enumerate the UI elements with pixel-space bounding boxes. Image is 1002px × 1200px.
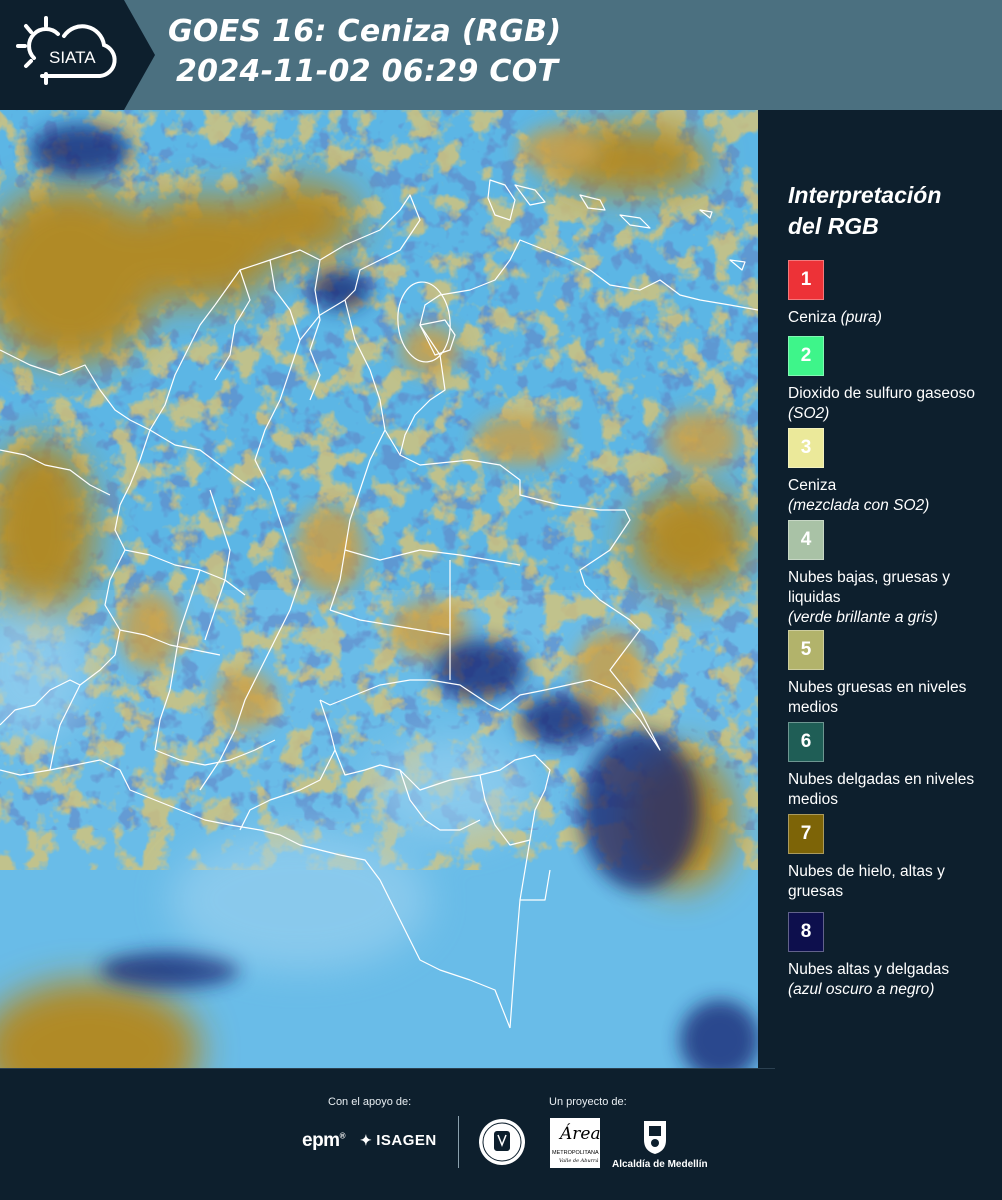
area-logo-line1: METROPOLITANA xyxy=(552,1150,599,1156)
legend-swatch-3: 3 xyxy=(788,428,824,468)
satellite-imagery xyxy=(0,110,758,1068)
support-label: Con el apoyo de: xyxy=(328,1096,412,1108)
satellite-rgb-map xyxy=(0,110,759,1068)
legend-label-4: Nubes bajas, gruesas y liquidas (verde br… xyxy=(788,569,950,626)
area-metropolitana-logo: Área METROPOLITANA Valle de Aburrá xyxy=(550,1118,601,1168)
legend-item-1: 1 Ceniza (pura) xyxy=(788,260,1000,328)
legend-swatch-7: 7 xyxy=(788,814,824,854)
product-title: GOES 16: Ceniza (RGB) xyxy=(168,14,562,49)
legend-item-3: 3 Ceniza (mezclada con SO2) xyxy=(788,428,1000,516)
legend-label-3: Ceniza (mezclada con SO2) xyxy=(788,477,930,514)
footer: Con el apoyo de: Un proyecto de: epm® ✦ I… xyxy=(0,1068,1002,1200)
legend-swatch-6: 6 xyxy=(788,722,824,762)
siata-sun-cloud-icon: SIATA xyxy=(16,16,117,85)
area-logo-word: Área xyxy=(560,1124,601,1144)
alcaldia-medellin-label: Alcaldía de Medellín xyxy=(612,1159,708,1170)
isagen-mark-icon: ✦ xyxy=(360,1132,373,1148)
medellin-seal-icon xyxy=(479,1119,525,1165)
legend-swatch-2: 2 xyxy=(788,336,824,376)
footer-divider-line xyxy=(0,1068,775,1069)
legend-label-5: Nubes gruesas en niveles medios xyxy=(788,679,967,716)
siata-logo: SIATA xyxy=(0,0,155,110)
epm-logo: epm® xyxy=(302,1130,346,1151)
legend-swatch-8: 8 xyxy=(788,912,824,952)
legend-label-1: Ceniza (pura) xyxy=(788,309,882,326)
legend-title: Interpretación del RGB xyxy=(788,180,998,242)
project-label: Un proyecto de: xyxy=(549,1096,627,1108)
logo-divider xyxy=(458,1116,459,1168)
legend-swatch-1: 1 xyxy=(788,260,824,300)
legend-swatch-5: 5 xyxy=(788,630,824,670)
legend-label-6: Nubes delgadas en niveles medios xyxy=(788,771,975,808)
legend-item-6: 6 Nubes delgadas en niveles medios xyxy=(788,722,1000,810)
legend-item-4: 4 Nubes bajas, gruesas y liquidas (verde … xyxy=(788,520,1000,628)
isagen-logo: ✦ ISAGEN xyxy=(360,1132,437,1149)
legend-title-line2: del RGB xyxy=(788,213,879,239)
image-datetime: 2024-11-02 06:29 COT xyxy=(176,54,559,89)
legend-swatch-4: 4 xyxy=(788,520,824,560)
header-bar: SIATA GOES 16: Ceniza (RGB) 2024-11-02 0… xyxy=(0,0,1002,110)
legend-label-8: Nubes altas y delgadas (azul oscuro a neg… xyxy=(788,961,950,998)
legend-item-8: 8 Nubes altas y delgadas (azul oscuro a n… xyxy=(788,912,1000,1000)
siata-logo-text: SIATA xyxy=(49,48,96,67)
legend-label-2: Dioxido de sulfuro gaseoso (SO2) xyxy=(788,385,975,422)
alcaldia-emblem-icon xyxy=(644,1121,666,1154)
area-logo-line2: Valle de Aburrá xyxy=(559,1158,599,1164)
legend-item-7: 7 Nubes de hielo, altas y gruesas xyxy=(788,814,1000,902)
legend-item-2: 2 Dioxido de sulfuro gaseoso (SO2) xyxy=(788,336,1000,424)
legend-title-line1: Interpretación xyxy=(788,182,942,208)
legend-label-7: Nubes de hielo, altas y gruesas xyxy=(788,863,945,900)
legend-item-5: 5 Nubes gruesas en niveles medios xyxy=(788,630,1000,718)
rgb-legend: Interpretación del RGB 1 Ceniza (pura) 2… xyxy=(760,110,1002,1068)
